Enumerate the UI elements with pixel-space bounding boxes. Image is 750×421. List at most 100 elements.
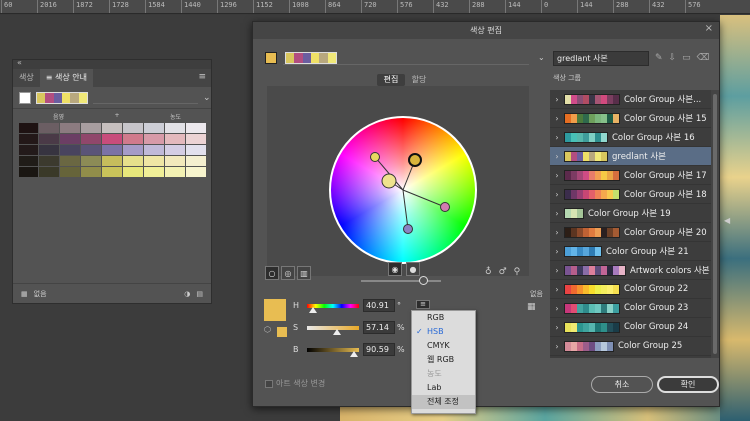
- brightness-slider[interactable]: [307, 347, 359, 357]
- variation-swatch[interactable]: [144, 145, 164, 155]
- variation-swatch[interactable]: [123, 156, 143, 166]
- out-of-gamut-icon[interactable]: ⬡: [264, 325, 271, 334]
- web-color-swatch[interactable]: [277, 327, 287, 337]
- variation-swatch[interactable]: [81, 123, 101, 133]
- menu-item[interactable]: Lab: [412, 381, 475, 395]
- chevron-down-icon[interactable]: ⌄: [203, 93, 211, 103]
- swatch-chip[interactable]: [613, 284, 619, 294]
- active-color-swatch[interactable]: [265, 52, 277, 64]
- variation-swatch[interactable]: [144, 134, 164, 144]
- color-group-row[interactable]: › Color Group 25: [550, 337, 711, 356]
- menu-item[interactable]: ✓ HSB: [412, 325, 475, 339]
- group-swatches[interactable]: [564, 283, 620, 295]
- smooth-wheel-icon[interactable]: ○: [265, 266, 279, 280]
- import-icon[interactable]: ⇩: [669, 53, 677, 63]
- folder-icon[interactable]: ▭: [682, 53, 691, 63]
- ok-button[interactable]: 확인: [657, 376, 719, 393]
- group-swatches[interactable]: [564, 264, 626, 276]
- color-group-row[interactable]: › Color Group 사본 17: [550, 166, 711, 185]
- variation-swatch[interactable]: [81, 134, 101, 144]
- chevron-right-icon[interactable]: ›: [550, 304, 564, 313]
- color-wheel-icon[interactable]: ◑: [184, 290, 190, 298]
- color-group-row[interactable]: › Color Group 23: [550, 299, 711, 318]
- harmony-rules-dropdown[interactable]: [93, 92, 198, 104]
- chevron-right-icon[interactable]: ›: [550, 266, 564, 275]
- swatch-chip[interactable]: [601, 132, 607, 142]
- variation-swatch[interactable]: [60, 134, 80, 144]
- link-harmony-icon[interactable]: ⚲: [514, 267, 521, 277]
- group-swatches[interactable]: [564, 321, 620, 333]
- variation-swatch[interactable]: [60, 123, 80, 133]
- group-swatches[interactable]: [564, 207, 584, 219]
- chevron-right-icon[interactable]: ›: [550, 190, 564, 199]
- color-group-row[interactable]: › Color Group 사본 16: [550, 128, 711, 147]
- scrollbar-thumb[interactable]: [713, 94, 717, 354]
- chevron-right-icon[interactable]: ›: [550, 285, 564, 294]
- group-name-input[interactable]: gredlant 사본: [553, 51, 649, 66]
- chevron-right-icon[interactable]: ›: [550, 342, 564, 351]
- group-swatches[interactable]: [564, 169, 620, 181]
- color-group-row[interactable]: › Color Group 22: [550, 280, 711, 299]
- swatch-chip[interactable]: [613, 113, 619, 123]
- segmented-wheel-icon[interactable]: ◎: [281, 266, 295, 280]
- variation-swatch[interactable]: [81, 156, 101, 166]
- swatch-chip[interactable]: [595, 246, 601, 256]
- variation-swatch[interactable]: [186, 134, 206, 144]
- variation-swatch[interactable]: [123, 134, 143, 144]
- chevron-right-icon[interactable]: ›: [550, 228, 564, 237]
- color-group-row[interactable]: › Color Group 사본 21: [550, 242, 711, 261]
- swatch-chip[interactable]: [619, 265, 625, 275]
- swatch-chip[interactable]: [613, 189, 619, 199]
- hue-slider-thumb[interactable]: [308, 306, 317, 313]
- color-group-row[interactable]: › Color Group 사본 19: [550, 204, 711, 223]
- menu-item[interactable]: 전체 조정: [412, 395, 475, 409]
- color-bars-icon[interactable]: ▥: [297, 266, 311, 280]
- variation-swatch[interactable]: [123, 167, 143, 177]
- variation-swatch[interactable]: [123, 123, 143, 133]
- eyedropper-icon[interactable]: ✎: [655, 53, 663, 63]
- group-swatches[interactable]: [564, 302, 620, 314]
- variation-swatch[interactable]: [60, 156, 80, 166]
- variation-swatch[interactable]: [39, 156, 59, 166]
- variation-swatch[interactable]: [165, 167, 185, 177]
- variation-swatch[interactable]: [165, 134, 185, 144]
- recolor-art-checkbox[interactable]: [265, 379, 273, 388]
- saturation-input[interactable]: 57.14: [363, 321, 395, 334]
- variation-swatch[interactable]: [60, 145, 80, 155]
- variation-swatch[interactable]: [144, 123, 164, 133]
- color-group-row[interactable]: › Artwork colors 사본: [550, 261, 711, 280]
- color-wheel[interactable]: [329, 116, 477, 264]
- color-mode-menu-button[interactable]: ≡: [416, 300, 430, 309]
- swatch-chip[interactable]: [613, 227, 619, 237]
- chevron-right-icon[interactable]: ›: [550, 152, 564, 161]
- variation-swatch[interactable]: [19, 145, 38, 155]
- swatch-chip[interactable]: [613, 94, 619, 104]
- variation-swatch[interactable]: [102, 156, 122, 166]
- color-group-row[interactable]: › Color Group 사본...: [550, 90, 711, 109]
- variation-swatch[interactable]: [186, 145, 206, 155]
- tab-assign[interactable]: 할당: [405, 74, 433, 86]
- remove-color-icon[interactable]: ♂: [499, 267, 507, 277]
- harmony-rules-swatch[interactable]: [36, 91, 88, 104]
- saturation-slider[interactable]: [307, 325, 359, 335]
- tab-edit[interactable]: 편집: [377, 74, 405, 86]
- variation-swatch[interactable]: [165, 123, 185, 133]
- tab-color[interactable]: 색상: [13, 69, 40, 87]
- group-swatches[interactable]: [564, 131, 608, 143]
- group-swatches[interactable]: [564, 188, 620, 200]
- variation-swatch[interactable]: [102, 145, 122, 155]
- list-scrollbar[interactable]: [711, 90, 719, 358]
- chevron-right-icon[interactable]: ›: [550, 209, 564, 218]
- expand-panel-icon[interactable]: ◀: [724, 216, 730, 225]
- variation-swatch[interactable]: [81, 167, 101, 177]
- chevron-down-icon[interactable]: ⌄: [538, 53, 545, 62]
- variation-swatch[interactable]: [165, 156, 185, 166]
- panel-menu-icon[interactable]: ≡: [198, 72, 206, 82]
- color-group-selector[interactable]: [283, 51, 529, 65]
- harmony-markers[interactable]: [329, 116, 477, 264]
- swatch-chip[interactable]: [601, 151, 607, 161]
- variation-swatch[interactable]: [39, 123, 59, 133]
- brightness-slider-thumb[interactable]: [350, 350, 359, 357]
- variation-swatch[interactable]: [123, 145, 143, 155]
- swatch-grid-icon[interactable]: ▦: [527, 302, 536, 312]
